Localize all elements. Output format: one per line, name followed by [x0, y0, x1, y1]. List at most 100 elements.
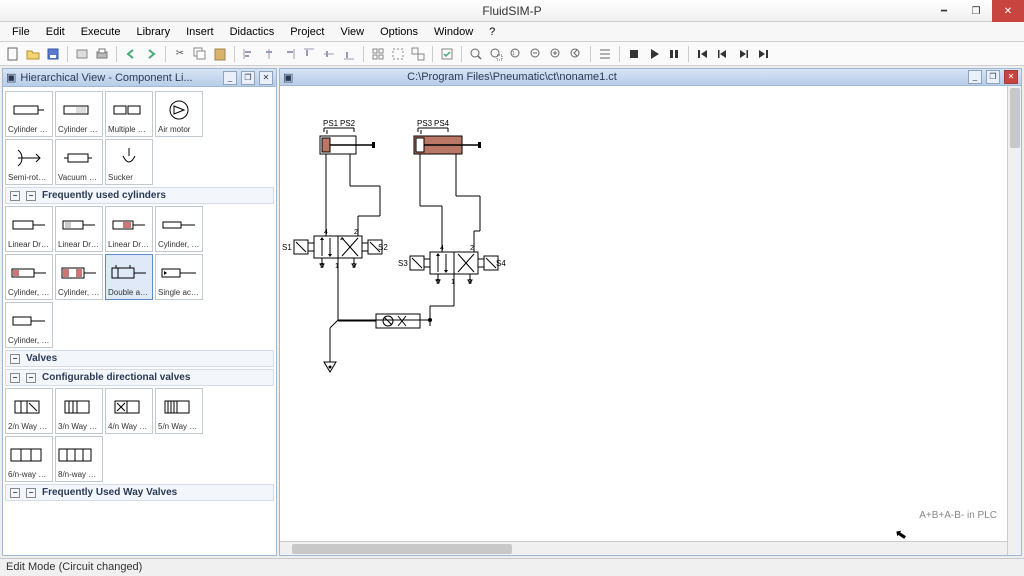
component-item[interactable]: Linear Drive... [105, 206, 153, 252]
component-item[interactable]: Cylinder, do... [5, 254, 53, 300]
step-fwd-icon[interactable] [734, 45, 752, 63]
align-top-icon[interactable] [300, 45, 318, 63]
component-item[interactable]: Air motor [155, 91, 203, 137]
component-item[interactable]: 5/n Way V... [155, 388, 203, 434]
menu-help[interactable]: ? [481, 24, 503, 40]
zoom-out-icon[interactable] [527, 45, 545, 63]
svg-text:2: 2 [470, 245, 474, 252]
section-header-valves[interactable]: −Valves [5, 350, 274, 367]
group-icon[interactable] [389, 45, 407, 63]
menu-edit[interactable]: Edit [38, 24, 73, 40]
component-item[interactable]: Vacuum su... [55, 139, 103, 185]
ungroup-icon[interactable] [409, 45, 427, 63]
component-item[interactable]: Cylinder, D... [55, 254, 103, 300]
menu-file[interactable]: File [4, 24, 38, 40]
menu-project[interactable]: Project [282, 24, 332, 40]
pause-icon[interactable] [665, 45, 683, 63]
align-middle-icon[interactable] [320, 45, 338, 63]
component-item[interactable]: Cylinder, D... [155, 206, 203, 252]
cylinder-1[interactable]: PS1 PS2 [320, 119, 375, 160]
align-bottom-icon[interactable] [340, 45, 358, 63]
valve-1[interactable]: S1 S2 42 [282, 229, 388, 274]
skip-start-icon[interactable] [694, 45, 712, 63]
menu-window[interactable]: Window [426, 24, 481, 40]
minimize-button[interactable]: ━ [928, 0, 960, 22]
library-body[interactable]: Cylinder wit... Cylinder wit... Multiple… [3, 87, 276, 555]
check-icon[interactable] [438, 45, 456, 63]
svg-text:S2: S2 [378, 243, 388, 252]
open-icon[interactable] [24, 45, 42, 63]
component-item[interactable]: Linear Drive... [55, 206, 103, 252]
new-icon[interactable] [4, 45, 22, 63]
component-item[interactable]: 6/n-way dire... [5, 436, 53, 482]
cut-icon[interactable]: ✂ [171, 45, 189, 63]
app-logo-icon: ▣ [283, 71, 293, 84]
component-item[interactable]: 8/n-way dire... [55, 436, 103, 482]
menu-didactics[interactable]: Didactics [222, 24, 283, 40]
horizontal-scrollbar[interactable] [280, 541, 1007, 555]
statusbar: Edit Mode (Circuit changed) [0, 558, 1024, 576]
menu-insert[interactable]: Insert [178, 24, 222, 40]
component-item[interactable]: Linear Drive... [5, 206, 53, 252]
play-icon[interactable] [645, 45, 663, 63]
zoom-region-icon[interactable] [487, 45, 505, 63]
doc-close-button[interactable]: ✕ [1004, 70, 1018, 84]
zoom-prev-icon[interactable] [567, 45, 585, 63]
section-header-cylinders[interactable]: −−Frequently used cylinders [5, 187, 274, 204]
paste-icon[interactable] [211, 45, 229, 63]
library-title: Hierarchical View - Component Li... [20, 72, 192, 84]
zoom-100-icon[interactable]: 1 [507, 45, 525, 63]
vertical-scrollbar[interactable] [1007, 86, 1021, 555]
undo-icon[interactable] [122, 45, 140, 63]
sim-list-icon[interactable] [596, 45, 614, 63]
close-button[interactable]: ✕ [992, 0, 1024, 22]
panel-minimize-button[interactable]: _ [223, 71, 237, 85]
app-titlebar: FluidSIM-P ━ ❐ ✕ [0, 0, 1024, 22]
grid-icon[interactable] [369, 45, 387, 63]
step-back-icon[interactable] [714, 45, 732, 63]
library-panel: ▣ Hierarchical View - Component Li... _ … [2, 68, 277, 556]
svg-text:2: 2 [354, 229, 358, 236]
doc-restore-button[interactable]: ❐ [986, 70, 1000, 84]
component-item[interactable]: Sucker [105, 139, 153, 185]
zoom-fit-icon[interactable] [467, 45, 485, 63]
component-item-selected[interactable]: Double acti... [105, 254, 153, 300]
menu-options[interactable]: Options [372, 24, 426, 40]
cylinder-2[interactable]: PS3 PS4 [414, 119, 481, 160]
save-icon[interactable] [44, 45, 62, 63]
canvas-area[interactable]: PS1 PS2 [280, 86, 1007, 541]
valve-2[interactable]: S3 S4 42 [398, 245, 506, 290]
section-header-freq-valves[interactable]: −−Frequently Used Way Valves [5, 484, 274, 501]
menu-execute[interactable]: Execute [73, 24, 129, 40]
copy-icon[interactable] [191, 45, 209, 63]
svg-text:S3: S3 [398, 259, 408, 268]
redo-icon[interactable] [142, 45, 160, 63]
skip-end-icon[interactable] [754, 45, 772, 63]
app-title: FluidSIM-P [482, 4, 541, 18]
align-center-h-icon[interactable] [260, 45, 278, 63]
component-item[interactable]: Semi-rotary ... [5, 139, 53, 185]
maximize-button[interactable]: ❐ [960, 0, 992, 22]
section-header-conf-valves[interactable]: −−Configurable directional valves [5, 369, 274, 386]
component-item[interactable]: 4/n Way V... [105, 388, 153, 434]
stop-icon[interactable] [625, 45, 643, 63]
panel-restore-button[interactable]: ❐ [241, 71, 255, 85]
zoom-in-icon[interactable] [547, 45, 565, 63]
doc-minimize-button[interactable]: _ [968, 70, 982, 84]
menu-view[interactable]: View [332, 24, 372, 40]
component-item[interactable]: Cylinder, Si... [5, 302, 53, 348]
print-preview-icon[interactable] [73, 45, 91, 63]
align-left-icon[interactable] [240, 45, 258, 63]
document-panel: ▣ C:\Program Files\Pneumatic\ct\noname1.… [279, 68, 1022, 556]
component-item[interactable]: 2/n Way V... [5, 388, 53, 434]
component-item[interactable]: Cylinder wit... [5, 91, 53, 137]
print-icon[interactable] [93, 45, 111, 63]
component-item[interactable]: 3/n Way V... [55, 388, 103, 434]
panel-close-button[interactable]: ✕ [259, 71, 273, 85]
component-item[interactable]: Multiple Pos... [105, 91, 153, 137]
menu-library[interactable]: Library [128, 24, 178, 40]
component-item[interactable]: Cylinder wit... [55, 91, 103, 137]
svg-text:PS4: PS4 [434, 119, 450, 128]
component-item[interactable]: Single acti... [155, 254, 203, 300]
align-right-icon[interactable] [280, 45, 298, 63]
